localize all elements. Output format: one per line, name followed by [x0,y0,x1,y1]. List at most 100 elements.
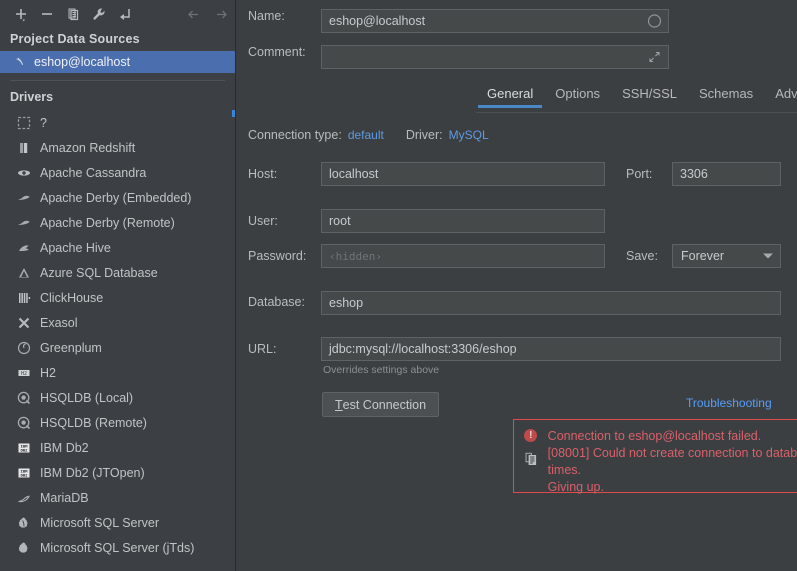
url-input[interactable]: jdbc:mysql://localhost:3306/eshop [321,337,781,361]
jump-to-source-button[interactable] [112,3,138,25]
connection-settings-panel: Name: eshop@localhost Reset Comment: [236,0,797,571]
url-row: URL: [248,342,276,356]
port-label: Port: [626,167,652,181]
password-input[interactable]: ‹hidden› [321,244,605,268]
exasol-icon [12,316,36,330]
hsqldb-icon [12,416,36,430]
driver-item-amazon-redshift[interactable]: Amazon Redshift [0,135,235,160]
driver-item-apache-hive[interactable]: Apache Hive [0,235,235,260]
driver-item-greenplum[interactable]: Greenplum [0,335,235,360]
driver-label: Apache Derby (Remote) [40,216,175,230]
add-button[interactable] [8,3,34,25]
svg-text:DB2: DB2 [20,472,28,477]
copy-icon[interactable] [524,452,538,469]
mssql-icon [12,541,36,555]
driver-item-ibm-db2[interactable]: IBM DB2 IBM Db2 [0,435,235,460]
driver-item-h2[interactable]: H2 H2 [0,360,235,385]
error-line-2: [08001] Could not create connection to d… [548,445,797,479]
driver-label: HSQLDB (Remote) [40,416,147,430]
data-sources-dialog: Project Data Sources eshop@localhost Dri… [0,0,797,571]
chevron-down-icon [763,254,773,259]
mysql-dolphin-icon [14,55,34,70]
port-input[interactable]: 3306 [672,162,781,186]
tab-ssh-ssl[interactable]: SSH/SSL [611,84,688,108]
forward-button[interactable] [207,3,235,25]
mssql-icon [12,516,36,530]
driver-item-apache-derby-remote[interactable]: Apache Derby (Remote) [0,210,235,235]
tab-options[interactable]: Options [544,84,611,108]
settings-tabs: General Options SSH/SSL Schemas Advanced [476,84,797,114]
driver-item-ibm-db2-jtopen[interactable]: IBM DB2 IBM Db2 (JTOpen) [0,460,235,485]
cassandra-icon [12,166,36,180]
driver-item-unknown[interactable]: ? [0,110,235,135]
svg-text:H2: H2 [21,370,27,376]
save-label: Save: [626,249,658,263]
sidebar-item-label: eshop@localhost [34,55,130,69]
connection-type-value[interactable]: default [348,128,384,142]
database-input-value: eshop [329,296,363,310]
connection-type-row: Connection type: default Driver: MySQL [248,128,489,142]
wrench-icon[interactable] [86,3,112,25]
error-panel-icons: ! [514,420,548,492]
db2-icon: IBM DB2 [12,441,36,455]
azure-icon [12,266,36,280]
driver-item-microsoft-sql-server-jtds[interactable]: Microsoft SQL Server (jTds) [0,535,235,560]
password-input-placeholder: ‹hidden› [329,250,382,263]
comment-row: Comment: [248,45,326,59]
driver-item-hsqldb-local[interactable]: HSQLDB (Local) [0,385,235,410]
sidebar-divider [10,80,225,81]
connection-type-label: Connection type: [248,128,342,142]
derby-icon [12,191,36,205]
mariadb-icon [12,491,36,505]
driver-item-exasol[interactable]: Exasol [0,310,235,335]
expand-diagonal-icon[interactable] [647,50,662,65]
host-input[interactable]: localhost [321,162,605,186]
driver-item-mariadb[interactable]: MariaDB [0,485,235,510]
test-connection-button[interactable]: Test Connection [322,392,439,417]
error-line-1: Connection to eshop@localhost failed. [548,428,797,445]
driver-item-microsoft-sql-server[interactable]: Microsoft SQL Server [0,510,235,535]
host-label: Host: [248,167,277,181]
redshift-icon [12,141,36,155]
driver-label: Azure SQL Database [40,266,158,280]
name-input[interactable]: eshop@localhost [321,9,669,33]
url-hint: Overrides settings above [323,364,439,376]
driver-label: Apache Hive [40,241,111,255]
database-input[interactable]: eshop [321,291,781,315]
driver-item-apache-derby-embedded[interactable]: Apache Derby (Embedded) [0,185,235,210]
driver-label: Microsoft SQL Server (jTds) [40,541,194,555]
duplicate-button[interactable] [60,3,86,25]
sidebar-item-eshop-localhost[interactable]: eshop@localhost [0,51,235,73]
driver-label: MariaDB [40,491,89,505]
driver-label: Driver: [406,128,443,142]
sidebar-scrollbar[interactable] [219,86,228,568]
comment-label: Comment: [248,45,326,59]
circle-icon[interactable] [647,14,662,29]
user-label: User: [248,214,278,228]
driver-item-azure-sql-database[interactable]: Azure SQL Database [0,260,235,285]
save-dropdown[interactable]: Forever [672,244,781,268]
password-row: Password: [248,249,306,263]
driver-value[interactable]: MySQL [449,128,489,142]
tab-advanced[interactable]: Advanced [764,84,797,108]
driver-label: HSQLDB (Local) [40,391,133,405]
driver-item-apache-cassandra[interactable]: Apache Cassandra [0,160,235,185]
tab-general[interactable]: General [476,84,544,108]
back-button[interactable] [179,3,207,25]
user-input[interactable]: root [321,209,605,233]
svg-text:DB2: DB2 [20,447,28,452]
port-row: Port: [626,167,652,181]
driver-item-clickhouse[interactable]: ClickHouse [0,285,235,310]
driver-label: Apache Cassandra [40,166,146,180]
hsqldb-icon [12,391,36,405]
driver-item-hsqldb-remote[interactable]: HSQLDB (Remote) [0,410,235,435]
tab-schemas[interactable]: Schemas [688,84,764,108]
remove-button[interactable] [34,3,60,25]
drivers-list: ? Amazon Redshift Apac [0,110,235,560]
name-input-value: eshop@localhost [329,14,425,28]
user-row: User: [248,214,278,228]
driver-label: ClickHouse [40,291,103,305]
troubleshooting-link[interactable]: Troubleshooting [686,396,772,410]
save-dropdown-value: Forever [681,249,724,263]
comment-input[interactable] [321,45,669,69]
